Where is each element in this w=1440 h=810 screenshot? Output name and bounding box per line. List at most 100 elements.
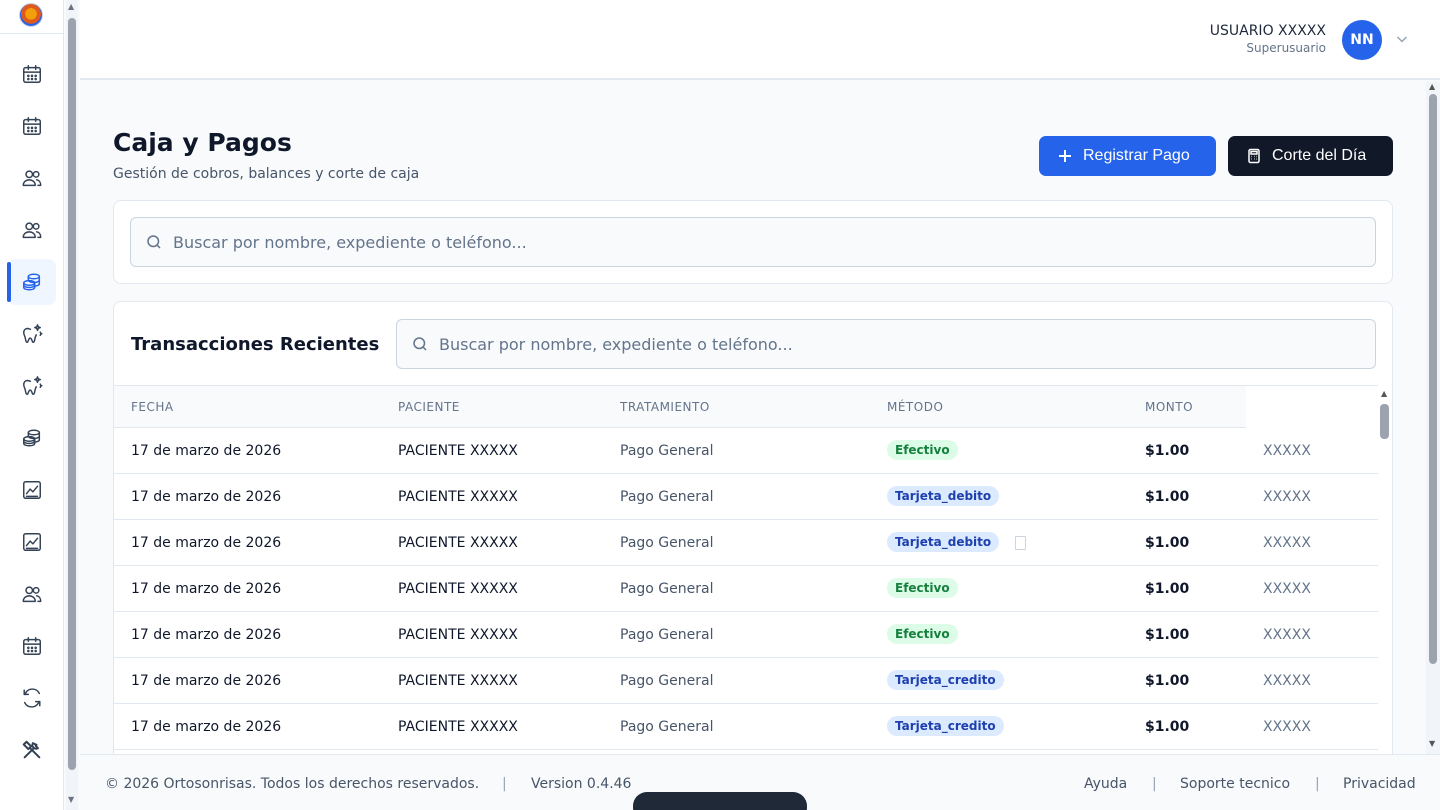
sidebar-item-staff[interactable] [8, 571, 56, 617]
footer-link-support[interactable]: Soporte tecnico [1180, 776, 1290, 792]
footer-link-help[interactable]: Ayuda [1084, 776, 1127, 792]
cell-paciente: PACIENTE XXXXX [398, 673, 518, 689]
transactions-search-box [396, 319, 1376, 369]
user-name: USUARIO XXXXX [1209, 23, 1326, 39]
cell-monto: $1.00 [1145, 627, 1190, 643]
sidebar-item-treatments-2[interactable] [8, 363, 56, 409]
cell-fecha: 17 de marzo de 2026 [131, 443, 282, 459]
column-header-monto[interactable]: MONTO [1145, 400, 1193, 414]
cell-monto: $1.00 [1145, 443, 1190, 459]
cell-tratamiento: Pago General [620, 581, 714, 597]
daily-cut-button[interactable]: Corte del Día [1228, 136, 1393, 176]
cell-monto: $1.00 [1145, 489, 1190, 505]
column-header-paciente[interactable]: PACIENTE [398, 400, 460, 414]
cell-metodo: Tarjeta_debito [887, 486, 1000, 506]
sidebar-item-users[interactable] [8, 207, 56, 253]
sidebar-scrollbar[interactable]: ▲ ▼ [66, 0, 78, 810]
cell-extra: XXXXX [1263, 489, 1311, 505]
transactions-search-input[interactable] [439, 334, 1307, 354]
payment-method-badge: Tarjeta_debito [887, 532, 1000, 552]
cell-tratamiento: Pago General [620, 627, 714, 643]
refresh-icon [23, 688, 41, 708]
footer-link-privacy[interactable]: Privacidad [1343, 776, 1416, 792]
cell-extra: XXXXX [1263, 581, 1311, 597]
cell-extra: XXXXX [1263, 535, 1311, 551]
calendar-icon [23, 637, 41, 655]
table-row[interactable]: 17 de marzo de 2026 PACIENTE XXXXX Pago … [114, 520, 1378, 566]
cell-monto: $1.00 [1145, 535, 1190, 551]
cell-tratamiento: Pago General [620, 719, 714, 735]
column-header-tratamiento[interactable]: TRATAMIENTO [620, 400, 710, 414]
column-header-fecha[interactable]: FECHA [131, 400, 174, 414]
table-row[interactable]: 17 de marzo de 2026 PACIENTE XXXXX Pago … [114, 428, 1378, 474]
cell-extra: XXXXX [1263, 719, 1311, 735]
footer-separator: | [502, 776, 507, 792]
sidebar-item-calendar[interactable] [8, 51, 56, 97]
patient-search-input[interactable] [173, 232, 1280, 252]
coins-icon [23, 273, 41, 291]
transactions-table: FECHA PACIENTE TRATAMIENTO MÉTODO MONTO … [114, 385, 1378, 770]
search-icon [413, 337, 427, 351]
cell-metodo: Efectivo [887, 440, 958, 460]
users-icon [22, 170, 42, 187]
cell-fecha: 17 de marzo de 2026 [131, 489, 282, 505]
scroll-up-arrow-icon[interactable]: ▲ [68, 2, 74, 11]
users-icon [22, 586, 42, 603]
cell-monto: $1.00 [1145, 581, 1190, 597]
cell-extra: XXXXX [1263, 673, 1311, 689]
sidebar-item-settings[interactable] [8, 727, 56, 773]
footer-version: Version 0.4.46 [531, 776, 632, 792]
sidebar-item-schedule[interactable] [8, 623, 56, 669]
scroll-down-arrow-icon[interactable]: ▼ [1429, 739, 1435, 748]
table-header: FECHA PACIENTE TRATAMIENTO MÉTODO MONTO [114, 386, 1378, 428]
sidebar-item-finances[interactable] [8, 415, 56, 461]
sidebar-item-sync[interactable] [8, 675, 56, 721]
scroll-up-arrow-icon[interactable]: ▲ [1429, 82, 1435, 91]
receipt-document-icon[interactable] [1015, 536, 1026, 550]
sidebar-divider [0, 33, 64, 34]
register-payment-button[interactable]: Registrar Pago [1039, 136, 1216, 176]
sidebar-item-payments[interactable] [7, 259, 56, 305]
sidebar-item-patients[interactable] [8, 155, 56, 201]
cell-metodo: Efectivo [887, 578, 958, 598]
sidebar-item-reports-2[interactable] [8, 519, 56, 565]
footer-separator: | [1152, 776, 1157, 792]
table-row[interactable]: 17 de marzo de 2026 PACIENTE XXXXX Pago … [114, 566, 1378, 612]
column-header-blank [1246, 386, 1378, 428]
scroll-up-arrow-icon[interactable]: ▲ [1381, 389, 1387, 398]
cell-paciente: PACIENTE XXXXX [398, 535, 518, 551]
table-scroll-thumb[interactable] [1380, 404, 1389, 439]
daily-cut-label: Corte del Día [1272, 147, 1367, 164]
cell-extra: XXXXX [1263, 443, 1311, 459]
main-scrollbar[interactable]: ▲ ▼ [1426, 82, 1440, 754]
table-row[interactable]: 17 de marzo de 2026 PACIENTE XXXXX Pago … [114, 474, 1378, 520]
cell-fecha: 17 de marzo de 2026 [131, 581, 282, 597]
floating-toolbar[interactable] [633, 792, 807, 810]
cell-monto: $1.00 [1145, 719, 1190, 735]
table-row[interactable]: 17 de marzo de 2026 PACIENTE XXXXX Pago … [114, 658, 1378, 704]
cell-metodo: Tarjeta_credito [887, 670, 1004, 690]
chevron-down-icon[interactable] [1394, 31, 1410, 47]
sidebar-item-treatments[interactable] [8, 311, 56, 357]
column-header-metodo[interactable]: MÉTODO [887, 400, 943, 414]
sidebar-scroll-thumb[interactable] [68, 18, 76, 770]
scroll-down-arrow-icon[interactable]: ▼ [68, 795, 74, 804]
table-scrollbar[interactable]: ▲ [1378, 385, 1392, 770]
users-icon [22, 222, 42, 239]
chart-icon [23, 481, 41, 499]
search-card [113, 200, 1393, 284]
main-scroll-thumb[interactable] [1429, 94, 1437, 664]
cell-tratamiento: Pago General [620, 535, 714, 551]
sidebar-item-calendar-2[interactable] [8, 103, 56, 149]
cell-fecha: 17 de marzo de 2026 [131, 673, 282, 689]
plus-icon [1059, 150, 1071, 162]
table-row[interactable]: 17 de marzo de 2026 PACIENTE XXXXX Pago … [114, 612, 1378, 658]
avatar[interactable]: NN [1342, 20, 1382, 60]
sidebar-item-reports[interactable] [8, 467, 56, 513]
table-row[interactable]: 17 de marzo de 2026 PACIENTE XXXXX Pago … [114, 704, 1378, 750]
cell-fecha: 17 de marzo de 2026 [131, 627, 282, 643]
app-logo[interactable] [19, 3, 43, 27]
cell-paciente: PACIENTE XXXXX [398, 719, 518, 735]
chart-icon [23, 533, 41, 551]
payment-method-badge: Tarjeta_credito [887, 716, 1004, 736]
